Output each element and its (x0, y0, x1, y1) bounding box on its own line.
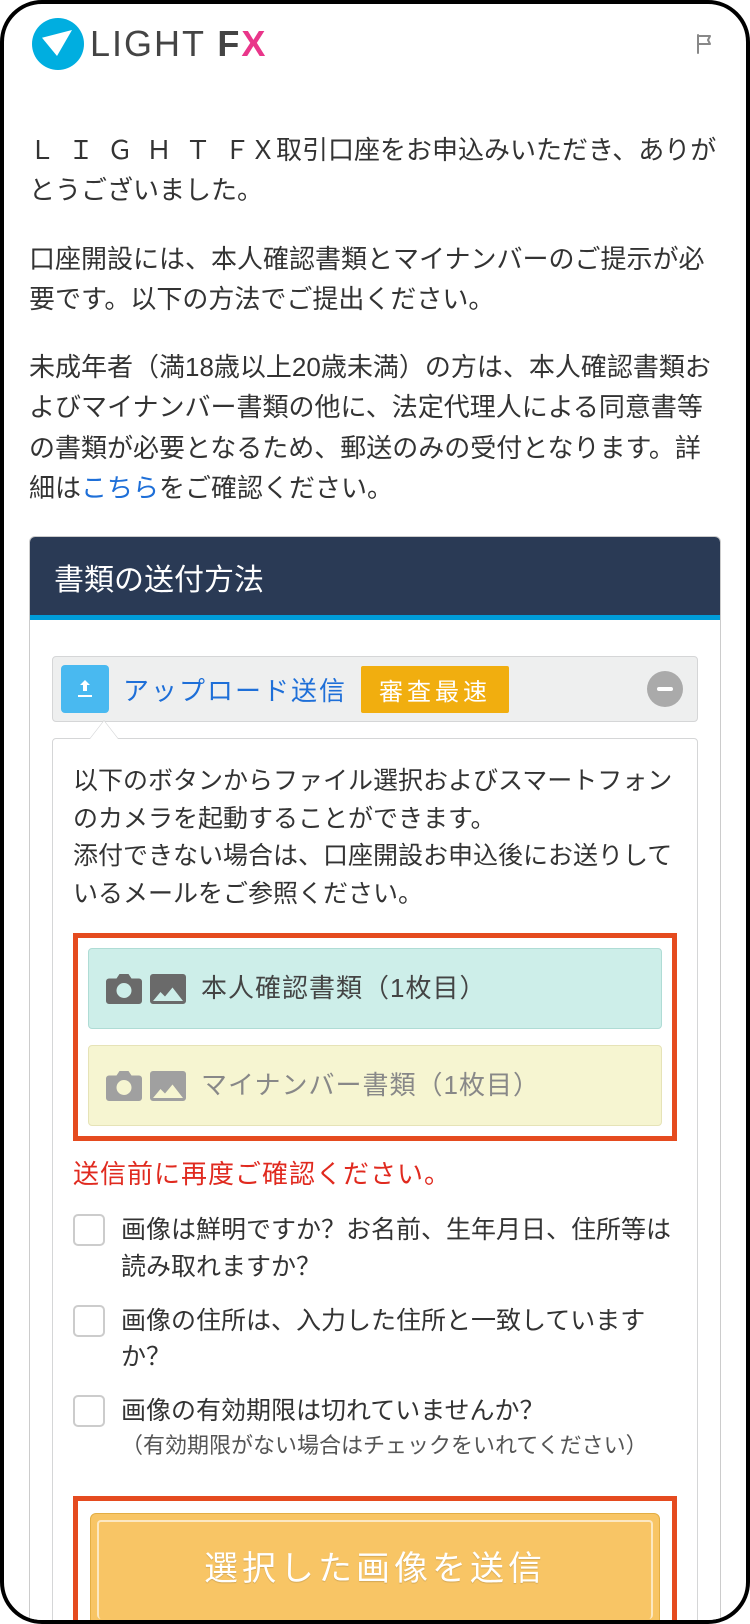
upload-instruction-2: 添付できない場合は、口座開設お申込後にお送りしているメールをご参照ください。 (73, 838, 677, 913)
image-icon (149, 1071, 187, 1101)
checkbox-1[interactable] (73, 1214, 105, 1246)
image-icon (149, 974, 187, 1004)
logo-text-light: LIGHT (90, 23, 205, 64)
accordion-pointer (90, 721, 118, 739)
check-item-2: 画像の住所は、入力した住所と一致していますか？ (73, 1303, 677, 1376)
check-item-1: 画像は鮮明ですか？お名前、生年月日、住所等は読み取れますか？ (73, 1212, 677, 1285)
logo-text: LIGHT FX (90, 23, 267, 65)
flag-icon[interactable] (694, 32, 718, 56)
intro-paragraph-1: ＬＩＧＨＴＦＸ取引口座をお申込みいただき、ありがとうございました。 (29, 130, 721, 211)
intro-paragraph-2: 口座開設には、本人確認書類とマイナンバーのご提示が必要です。以下の方法でご提出く… (29, 239, 721, 320)
submit-button[interactable]: 選択した画像を送信 (90, 1513, 660, 1624)
intro-paragraph-3: 未成年者（満18歳以上20歳未満）の方は、本人確認書類およびマイナンバー書類の他… (29, 347, 721, 508)
logo: LIGHT FX (32, 18, 267, 70)
accordion-title: アップロード送信 (123, 671, 347, 708)
check-subnote-3: （有効期限がない場合はチェックをいれてください） (121, 1430, 648, 1462)
file-slot-mynumber[interactable]: マイナンバー書類（1枚目） (88, 1045, 662, 1126)
submission-panel: 書類の送付方法 アップロード送信 審査最速 以下のボタンからファイル選択およびス… (29, 536, 721, 1624)
file-slot-identity[interactable]: 本人確認書類（1枚目） (88, 948, 662, 1029)
kochira-link[interactable]: こちら (81, 473, 159, 503)
logo-text-f: F (217, 23, 241, 64)
check-label-3: 画像の有効期限は切れていませんか？ (121, 1393, 648, 1429)
logo-icon (32, 18, 84, 70)
panel-title: 書類の送付方法 (30, 537, 720, 620)
check-item-3: 画像の有効期限は切れていませんか？ （有効期限がない場合はチェックをいれてくださ… (73, 1393, 677, 1461)
file-select-box: 本人確認書類（1枚目） マイナンバー書類（1枚目） (73, 933, 677, 1141)
camera-icon (105, 974, 143, 1004)
upload-instruction-1: 以下のボタンからファイル選択およびスマートフォンのカメラを起動することができます… (73, 763, 677, 838)
file-slot-mynumber-label: マイナンバー書類（1枚目） (201, 1066, 540, 1105)
badge-fastest: 審査最速 (361, 666, 509, 713)
submit-wrap: 選択した画像を送信 (73, 1496, 677, 1624)
confirm-title: 送信前に再度ご確認ください。 (73, 1155, 677, 1194)
check-label-1: 画像は鮮明ですか？お名前、生年月日、住所等は読み取れますか？ (121, 1212, 677, 1285)
camera-icon (105, 1071, 143, 1101)
logo-text-x: X (241, 23, 267, 64)
upload-icon (61, 665, 109, 713)
checkbox-2[interactable] (73, 1305, 105, 1337)
check-label-2: 画像の住所は、入力した住所と一致していますか？ (121, 1303, 677, 1376)
file-slot-identity-label: 本人確認書類（1枚目） (201, 969, 486, 1008)
accordion-upload-head[interactable]: アップロード送信 審査最速 (52, 656, 698, 722)
accordion-upload-body: 以下のボタンからファイル選択およびスマートフォンのカメラを起動することができます… (52, 738, 698, 1624)
collapse-icon[interactable] (647, 671, 683, 707)
checkbox-3[interactable] (73, 1395, 105, 1427)
